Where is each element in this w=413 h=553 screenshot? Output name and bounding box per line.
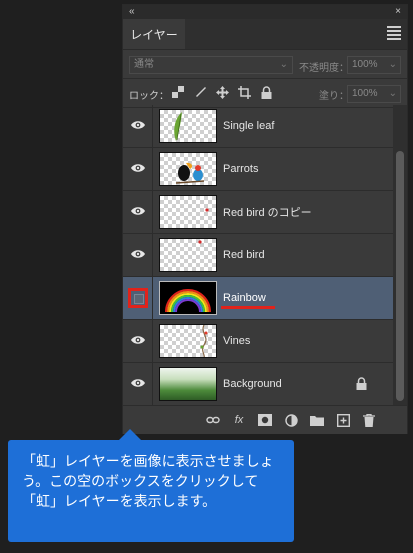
lock-artboard-crop-icon[interactable] [237,85,251,99]
lock-transparency-icon[interactable] [171,85,185,99]
scrollbar-thumb[interactable] [396,151,404,401]
layer-name: Red bird [223,249,265,261]
lock-icon [356,377,367,395]
opacity-value: 100% [352,59,378,70]
visibility-toggle-empty[interactable] [123,277,153,319]
red-underline-annotation [221,306,275,309]
highlighted-visibility-box[interactable] [128,288,148,308]
trash-icon[interactable] [361,412,377,428]
collapse-panel-button[interactable]: « [129,6,135,18]
layers-list: Single leaf Parrots Red bird のコピー Red bi… [123,105,393,406]
chevron-down-icon: ⌄ [388,88,397,99]
lock-label: ロック： [129,91,169,102]
eye-icon [131,164,145,172]
chevron-down-icon: ⌄ [388,59,397,70]
opacity-field[interactable]: 100% ⌄ [347,56,401,74]
layer-name-text: Rainbow [223,292,266,304]
blend-mode-select[interactable]: 通常 ⌄ [129,56,293,74]
layer-name: Background [223,378,282,390]
link-icon[interactable] [205,412,221,428]
panel-tabrow: レイヤー [123,19,407,50]
bottom-icons: fx [205,412,377,428]
layer-name: Red bird のコピー [223,207,312,219]
new-layer-icon[interactable] [335,412,351,428]
layer-thumbnail [159,152,217,186]
visibility-toggle[interactable] [123,191,153,233]
lock-position-move-icon[interactable] [215,85,229,99]
lock-icons [171,85,273,99]
layer-thumbnail [159,281,217,315]
layer-thumbnail [159,195,217,229]
close-panel-button[interactable]: × [395,6,401,18]
fx-label: fx [234,414,244,426]
layer-name: Parrots [223,163,259,175]
visibility-toggle[interactable] [123,320,153,362]
tab-layers[interactable]: レイヤー [123,19,185,49]
layer-row-background[interactable]: Background [123,363,393,406]
fill-field[interactable]: 100% ⌄ [347,85,401,103]
layers-bottom-toolbar: fx [123,405,407,434]
eye-icon [131,379,145,387]
layer-thumbnail [159,238,217,272]
blend-options-row: 通常 ⌄ 不透明度： 100% ⌄ [123,50,407,79]
folder-icon[interactable] [309,412,325,428]
layer-row-red-bird[interactable]: Red bird [123,234,393,277]
layer-thumbnail [159,324,217,358]
mask-icon[interactable] [257,412,273,428]
lock-row: ロック： 塗り： 100% ⌄ [123,79,407,108]
layer-name: Vines [223,335,251,347]
eye-icon [131,121,145,129]
eye-icon [131,207,145,215]
adjustment-icon[interactable] [283,412,299,428]
blend-mode-value: 通常 [134,59,154,70]
layer-row-rainbow[interactable]: Rainbow [123,277,393,320]
layer-row-single-leaf[interactable]: Single leaf [123,105,393,148]
fill-label: 塗り： [319,91,349,102]
layer-name: Rainbow [221,292,275,309]
fx-icon[interactable]: fx [231,412,247,428]
lock-pixels-brush-icon[interactable] [193,85,207,99]
layer-row-vines[interactable]: Vines [123,320,393,363]
visibility-toggle[interactable] [123,105,153,147]
visibility-toggle[interactable] [123,234,153,276]
visibility-toggle[interactable] [123,363,153,405]
panel-topbar: « × [123,5,407,19]
lock-all-icon[interactable] [259,85,273,99]
instruction-tooltip: 「虹」レイヤーを画像に表示させましょう。この空のボックスをクリックして「虹」レイ… [8,440,294,542]
chevron-down-icon: ⌄ [279,59,288,70]
layer-row-red-bird-copy[interactable]: Red bird のコピー [123,191,393,234]
layer-row-parrots[interactable]: Parrots [123,148,393,191]
opacity-label: 不透明度： [299,63,349,74]
layers-panel: « × レイヤー 通常 ⌄ 不透明度： 100% ⌄ ロック： 塗り： 100%… [122,4,408,434]
tooltip-text: 「虹」レイヤーを画像に表示させましょう。この空のボックスをクリックして「虹」レイ… [22,454,274,510]
panel-menu-icon[interactable] [387,26,401,40]
layer-thumbnail [159,367,217,401]
layers-scrollbar[interactable] [393,105,407,405]
fill-value: 100% [352,88,378,99]
eye-icon [131,336,145,344]
visibility-toggle[interactable] [123,148,153,190]
layer-thumbnail [159,109,217,143]
eye-icon [131,250,145,258]
layer-name: Single leaf [223,120,275,132]
